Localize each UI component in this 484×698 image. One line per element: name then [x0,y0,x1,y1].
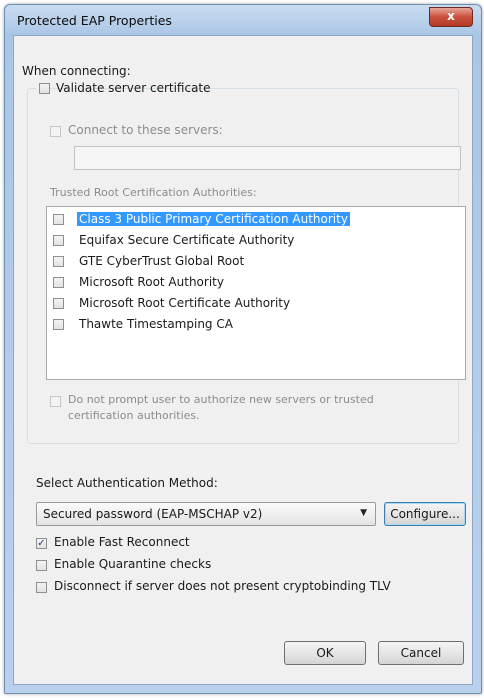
authority-checkbox[interactable] [53,277,64,288]
no-prompt-label-line2: certification authorities. [68,409,200,422]
ok-label: OK [316,646,334,660]
window-title: Protected EAP Properties [17,13,172,28]
servers-input[interactable] [74,146,461,170]
authority-checkbox[interactable] [53,214,64,225]
quarantine-checkbox[interactable] [36,560,47,571]
no-prompt-label-line1: Do not prompt user to authorize new serv… [68,393,374,406]
cancel-button[interactable]: Cancel [378,641,464,665]
auth-method-select[interactable]: Secured password (EAP-MSCHAP v2) ▼ [36,502,376,526]
auth-method-label: Select Authentication Method: [36,476,218,490]
when-connecting-heading: When connecting: [22,64,131,78]
authority-label: Thawte Timestamping CA [79,317,233,331]
validate-cert-checkbox[interactable] [39,83,50,94]
no-prompt-checkbox[interactable] [50,396,61,407]
validate-cert-legend[interactable]: Validate server certificate [36,80,211,98]
authority-label: GTE CyberTrust Global Root [79,254,245,268]
authority-label: Class 3 Public Primary Certification Aut… [77,212,350,226]
trusted-root-label: Trusted Root Certification Authorities: [50,186,257,199]
connect-servers-checkbox[interactable] [50,126,61,137]
dialog-client-area: When connecting: Validate server certifi… [13,35,473,685]
quarantine-label: Enable Quarantine checks [54,557,212,571]
chevron-down-icon: ▼ [360,508,367,518]
ok-button[interactable]: OK [284,641,366,665]
fast-reconnect-label: Enable Fast Reconnect [54,535,190,549]
connect-servers-label: Connect to these servers: [68,123,223,137]
configure-label: Configure... [390,507,460,521]
authority-label: Microsoft Root Authority [79,275,224,289]
title-bar[interactable]: Protected EAP Properties x [5,5,481,35]
authority-label: Microsoft Root Certificate Authority [79,296,291,310]
close-icon: x [447,9,455,23]
trusted-authorities-list[interactable]: Class 3 Public Primary Certification Aut… [46,206,466,380]
dialog-window: Protected EAP Properties x When connecti… [4,4,482,694]
disconnect-label: Disconnect if server does not present cr… [54,579,391,593]
authority-label: Equifax Secure Certificate Authority [79,233,295,247]
disconnect-checkbox[interactable] [36,582,47,593]
authority-checkbox[interactable] [53,256,64,267]
authority-checkbox[interactable] [53,298,64,309]
authority-checkbox[interactable] [53,319,64,330]
fast-reconnect-checkbox[interactable]: ✓ [36,538,47,549]
cancel-label: Cancel [400,646,442,660]
configure-button[interactable]: Configure... [384,502,466,526]
validate-cert-label: Validate server certificate [56,81,211,95]
authority-checkbox[interactable] [53,235,64,246]
auth-method-value: Secured password (EAP-MSCHAP v2) [43,507,263,521]
close-button[interactable]: x [429,7,473,27]
